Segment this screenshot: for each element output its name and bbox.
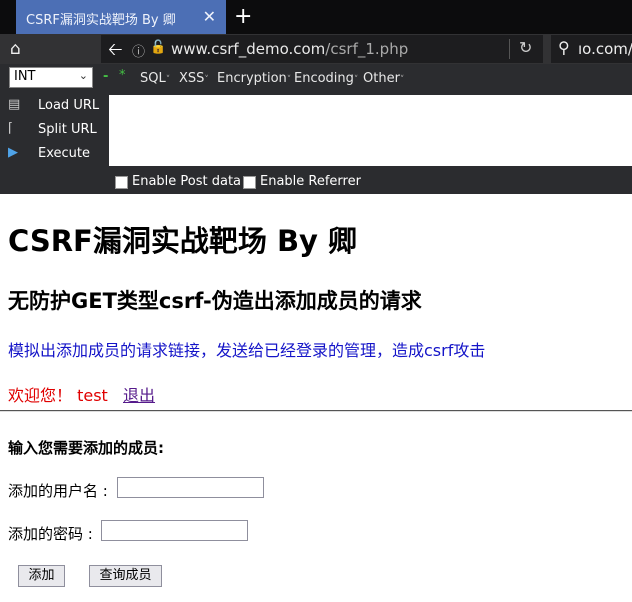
search-bar[interactable]: ⚲ ıo.com/i (551, 35, 632, 63)
new-tab-icon[interactable]: + (234, 4, 252, 29)
home-icon[interactable]: ⌂ (10, 39, 21, 59)
chevron-down-icon: ˅ (286, 75, 292, 85)
split-url-icon: ⌈ (8, 121, 14, 136)
username-label: 添加的用户名 : (8, 482, 108, 500)
asterisk-icon[interactable]: * (119, 68, 126, 83)
url-bar[interactable]: 🡠 ⓘ 🔓 www.csrf_demo.com/csrf_1.php ↻ (101, 35, 543, 63)
execute-button[interactable]: ▶ Execute (8, 145, 108, 165)
chevron-down-icon: ˅ (353, 75, 359, 85)
menu-encoding[interactable]: Encoding˅ (294, 71, 358, 86)
type-select[interactable]: INT ⌄ (9, 67, 93, 88)
split-url-button[interactable]: ⌈ Split URL (8, 121, 108, 141)
query-members-button[interactable]: 查询成员 (89, 565, 162, 587)
url-textarea[interactable] (109, 95, 632, 166)
search-text: ıo.com/i (578, 40, 632, 58)
minus-icon[interactable]: - (103, 69, 108, 84)
username-input[interactable] (117, 477, 264, 498)
url-domain: www.csrf_demo.com (171, 40, 326, 58)
browser-tab[interactable]: CSRF漏洞实战靶场 By 卿 ✕ (16, 0, 226, 34)
logout-link[interactable]: 退出 (123, 382, 155, 406)
divider (0, 410, 632, 412)
reload-icon[interactable]: ↻ (519, 38, 532, 57)
chevron-down-icon: ˅ (165, 75, 171, 85)
chevron-down-icon: ˅ (399, 75, 405, 85)
menu-sql[interactable]: SQL˅ (140, 71, 170, 86)
form-heading: 输入您需要添加的成员: (8, 439, 164, 457)
load-url-button[interactable]: ▤ Load URL (8, 97, 108, 117)
password-input[interactable] (101, 520, 248, 541)
add-button[interactable]: 添加 (18, 565, 65, 587)
chevron-down-icon: ⌄ (78, 69, 88, 82)
url-divider (509, 39, 510, 59)
info-icon[interactable]: ⓘ (132, 41, 145, 60)
chevron-down-icon: ˅ (204, 75, 209, 85)
back-arrow-icon[interactable]: 🡠 (108, 37, 123, 67)
menu-other[interactable]: Other˅ (363, 71, 404, 86)
menu-encryption[interactable]: Encryption˅ (217, 71, 291, 86)
url-text[interactable]: www.csrf_demo.com/csrf_1.php (171, 40, 408, 58)
tab-title: CSRF漏洞实战靶场 By 卿 (26, 13, 176, 28)
url-path: /csrf_1.php (325, 40, 409, 58)
search-icon: ⚲ (558, 38, 570, 57)
menu-xss[interactable]: XSS˅ (179, 71, 209, 86)
page-subtitle: 无防护GET类型csrf-伪造出添加成员的请求 (8, 289, 422, 313)
insecure-lock-icon[interactable]: 🔓 (150, 40, 166, 55)
attack-description: 模拟出添加成员的请求链接，发送给已经登录的管理，造成csrf攻击 (8, 341, 486, 360)
type-select-value: INT (14, 69, 36, 84)
tab-strip: CSRF漏洞实战靶场 By 卿 ✕ + (0, 0, 632, 34)
play-icon: ▶ (8, 145, 18, 160)
hackbar: INT ⌄ - * SQL˅ XSS˅ Encryption˅ Encoding… (0, 64, 632, 194)
navigation-bar: ⌂ 🡠 ⓘ 🔓 www.csrf_demo.com/csrf_1.php ↻ ⚲… (0, 34, 632, 64)
page-title: CSRF漏洞实战靶场 By 卿 (8, 224, 358, 258)
checkbox-box[interactable] (243, 176, 256, 189)
load-url-icon: ▤ (8, 97, 21, 112)
close-tab-icon[interactable]: ✕ (203, 7, 216, 26)
welcome-text: 欢迎您！ test (8, 386, 108, 405)
checkbox-box[interactable] (115, 176, 128, 189)
password-label: 添加的密码 : (8, 525, 93, 543)
